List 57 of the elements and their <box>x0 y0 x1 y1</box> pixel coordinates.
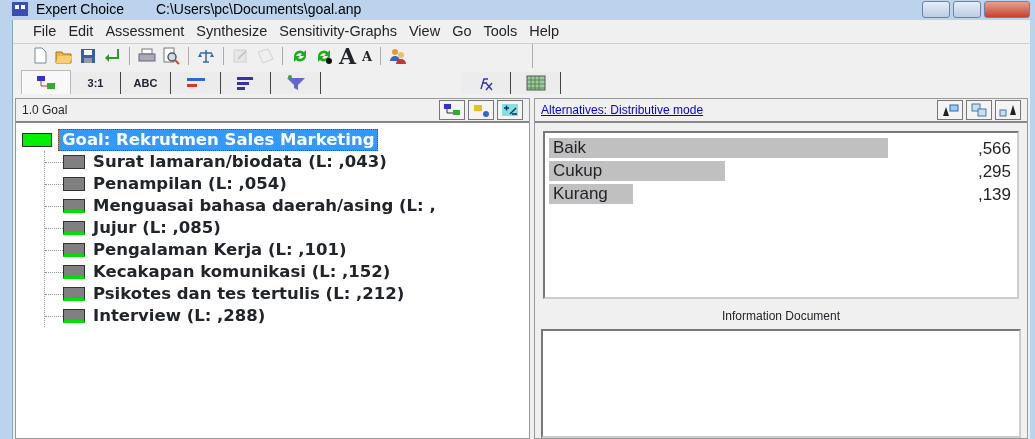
magnifier-icon[interactable] <box>162 47 180 65</box>
mode-link[interactable]: Alternatives: Distributive mode <box>541 101 704 119</box>
goal-node-icon <box>22 133 52 147</box>
alternative-name: Kurang <box>553 182 608 205</box>
menu-item[interactable]: File <box>33 20 57 43</box>
nodes-view-button[interactable] <box>468 100 494 120</box>
collapse-button[interactable] <box>966 100 992 120</box>
add-alternative-button[interactable] <box>995 100 1021 120</box>
refresh-icon[interactable] <box>315 47 333 65</box>
menu-item[interactable]: Edit <box>68 20 94 43</box>
alternative-name: Cukup <box>553 159 603 182</box>
people-icon[interactable] <box>389 47 408 65</box>
tree-view-button[interactable] <box>439 100 465 120</box>
tab[interactable] <box>221 72 271 94</box>
plus-minus-icon <box>501 103 519 117</box>
alternative-value: ,139 <box>976 184 1012 206</box>
menu-item[interactable]: Help <box>529 20 560 43</box>
grid-icon <box>525 75 546 91</box>
menu-item[interactable]: Synthesize <box>196 20 268 43</box>
bars-icon <box>235 75 256 91</box>
expand-collapse-button[interactable] <box>497 100 523 120</box>
menu-item[interactable]: Sensitivity-Graphs <box>279 20 397 43</box>
window-title: Expert Choice <box>36 0 124 19</box>
tab[interactable]: 3:1 <box>71 72 121 94</box>
save-icon[interactable] <box>79 47 97 65</box>
tab[interactable] <box>511 72 561 94</box>
alternative-value: ,566 <box>976 138 1012 160</box>
alternative-value: ,295 <box>976 161 1012 183</box>
tab[interactable]: ABC <box>121 72 171 94</box>
printer-icon[interactable] <box>138 47 156 65</box>
tree-icon <box>443 103 461 117</box>
boxes-icon <box>970 103 988 117</box>
menu-item[interactable]: Go <box>452 20 472 43</box>
close-button[interactable] <box>984 0 1030 18</box>
font-size-button[interactable]: A <box>362 49 373 63</box>
tab[interactable] <box>21 70 71 94</box>
font-size-button[interactable]: A <box>339 45 357 67</box>
nodes-icon <box>472 103 490 117</box>
minimize-button[interactable] <box>922 0 950 18</box>
tree-icon <box>36 74 56 91</box>
file-path: C:\Users\pc\Documents\goal.anp <box>155 0 362 19</box>
info-title: Information Document <box>720 308 842 325</box>
menu-item[interactable]: Tools <box>483 20 518 43</box>
tab[interactable] <box>171 72 221 94</box>
app-icon <box>12 2 28 16</box>
balance-icon[interactable] <box>197 47 215 65</box>
pane-title: 1.0 Goal <box>22 102 68 119</box>
edit-alternative-button[interactable] <box>937 100 963 120</box>
alternative-name: Baik <box>553 136 587 159</box>
info-document-area[interactable] <box>541 329 1021 438</box>
pencil-icon <box>941 103 959 117</box>
funnel-icon <box>285 75 306 91</box>
tab[interactable] <box>461 72 511 94</box>
menu-item[interactable]: View <box>408 20 441 43</box>
tab[interactable] <box>271 72 321 94</box>
maximize-button[interactable] <box>953 0 981 18</box>
menu-item[interactable]: Assessment <box>105 20 185 43</box>
